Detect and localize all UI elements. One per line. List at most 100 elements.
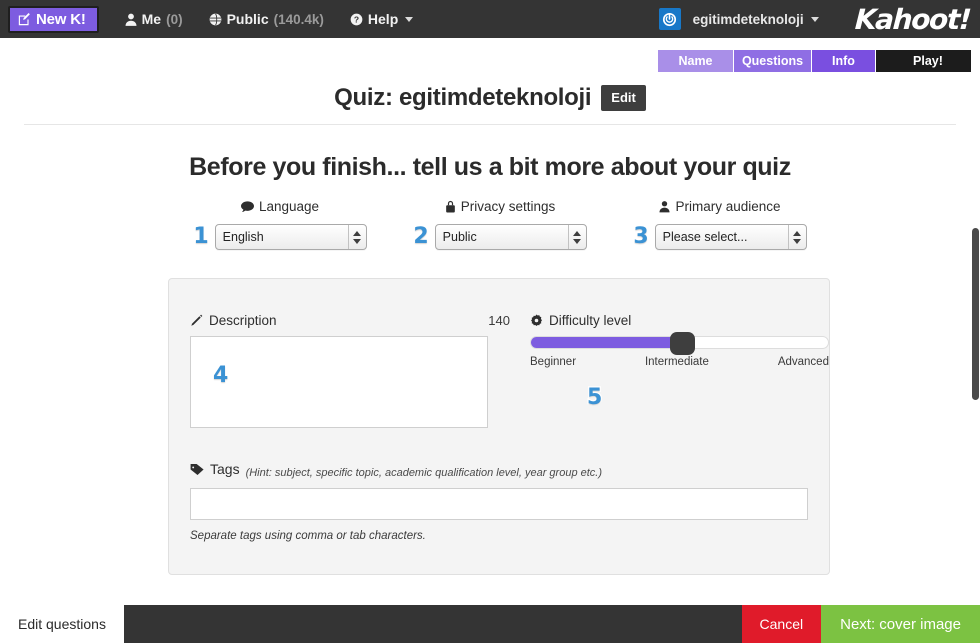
speech-bubble-icon	[240, 200, 254, 213]
difficulty-slider[interactable]	[530, 332, 829, 355]
tags-note: Separate tags using comma or tab charact…	[190, 529, 426, 542]
edit-title-button[interactable]: Edit	[601, 85, 646, 111]
page-scrollbar-thumb[interactable]	[972, 228, 979, 400]
annotation-badge-4: 4	[212, 363, 230, 388]
topbar-right-group: egitimdeteknoloji Kahoot!	[658, 0, 980, 38]
settings-select-row: Language 1 English Privacy settings 2 Pu…	[170, 199, 830, 250]
card-top-row: Description 140 4 Difficulty level Begin…	[169, 313, 831, 428]
description-head: Description 140	[190, 313, 510, 328]
person-icon	[659, 200, 670, 213]
annotation-badge-3: 3	[632, 224, 650, 249]
bottom-action-bar: Edit questions Cancel Next: cover image	[0, 605, 980, 643]
quiz-details-card: Description 140 4 Difficulty level Begin…	[168, 278, 830, 575]
page-title: Quiz: egitimdeteknoloji	[334, 84, 592, 111]
tag-icon	[190, 463, 204, 476]
tab-questions[interactable]: Questions	[734, 50, 812, 72]
next-cover-image-button[interactable]: Next: cover image	[821, 605, 980, 643]
tab-questions-label: Questions	[741, 54, 804, 68]
tab-info-label: Info	[832, 54, 855, 68]
chevron-down-icon	[810, 16, 819, 22]
annotation-badge-5: 5	[586, 385, 604, 410]
difficulty-slider-fill	[531, 337, 683, 348]
nav-label-me: Me	[141, 11, 162, 27]
description-char-count: 140	[488, 313, 510, 328]
difficulty-tick-advanced: Advanced	[777, 356, 829, 368]
page-scrollbar-track[interactable]	[971, 38, 980, 605]
nav-item-public[interactable]: Public (140.4k)	[209, 11, 324, 27]
audience-value: Please select...	[662, 230, 748, 244]
chevron-down-icon	[405, 16, 414, 22]
difficulty-tick-intermediate: Intermediate	[644, 356, 709, 368]
tab-play-label: Play!	[913, 54, 943, 68]
difficulty-label-group: Difficulty level	[530, 313, 631, 328]
nav-count-public: (140.4k)	[273, 11, 324, 27]
description-label: Description	[209, 313, 277, 328]
language-select-wrap: 1 English	[170, 224, 390, 250]
main-heading: Before you finish... tell us a bit more …	[189, 153, 791, 181]
audience-label-group: Primary audience	[610, 199, 830, 214]
step-tabs: Name Questions Info Play!	[658, 50, 980, 72]
pencil-icon	[190, 314, 203, 327]
edit-questions-button[interactable]: Edit questions	[0, 605, 124, 643]
new-kahoot-label: New K!	[36, 10, 86, 28]
select-arrows-icon	[787, 225, 806, 249]
kahoot-logo[interactable]: Kahoot!	[854, 3, 971, 36]
power-badge-icon	[658, 8, 681, 30]
privacy-select-wrap: 2 Public	[390, 224, 610, 250]
difficulty-field: Difficulty level Beginner Intermediate A…	[530, 313, 830, 428]
tags-input[interactable]	[190, 487, 808, 520]
quiz-title-row: Quiz: egitimdeteknoloji Edit	[0, 84, 980, 112]
annotation-badge-1: 1	[192, 224, 210, 249]
audience-field: Primary audience 3 Please select...	[610, 199, 830, 250]
difficulty-slider-handle[interactable]	[670, 332, 696, 355]
pencil-square-icon	[18, 12, 31, 26]
tags-label-group: Tags	[190, 461, 240, 477]
tab-name-label: Name	[678, 54, 713, 68]
tags-field: Tags (Hint: subject, specific topic, aca…	[190, 461, 810, 542]
description-label-group: Description	[190, 313, 277, 328]
cancel-button[interactable]: Cancel	[741, 605, 822, 643]
svg-text:?: ?	[354, 14, 359, 24]
privacy-value: Public	[442, 230, 477, 244]
user-menu[interactable]: egitimdeteknoloji	[658, 8, 819, 30]
language-value: English	[222, 230, 264, 244]
privacy-select[interactable]: Public	[434, 224, 587, 250]
nav-count-me: (0)	[166, 11, 183, 27]
nav-item-help[interactable]: ? Help	[350, 11, 414, 27]
user-name-label: egitimdeteknoloji	[692, 11, 804, 27]
description-field: Description 140 4	[190, 313, 510, 428]
difficulty-tick-beginner: Beginner	[530, 356, 577, 368]
difficulty-label: Difficulty level	[549, 313, 632, 328]
gear-icon	[530, 314, 543, 327]
nav-item-me[interactable]: Me (0)	[125, 11, 183, 27]
top-navigation-bar: New K! Me (0) Public (140.4k) ? Help egi…	[0, 0, 980, 38]
description-input[interactable]: 4	[190, 336, 488, 428]
select-arrows-icon	[347, 225, 366, 249]
tab-play[interactable]: Play!	[876, 50, 980, 72]
privacy-label: Privacy settings	[460, 199, 556, 214]
audience-select-wrap: 3 Please select...	[610, 224, 830, 250]
tab-name[interactable]: Name	[658, 50, 734, 72]
bottom-bar-spacer	[124, 605, 742, 643]
language-label-group: Language	[170, 199, 390, 214]
header-divider	[24, 124, 956, 125]
language-select[interactable]: English	[214, 224, 367, 250]
tags-head: Tags (Hint: subject, specific topic, aca…	[190, 461, 810, 479]
language-field: Language 1 English	[170, 199, 390, 250]
audience-select[interactable]: Please select...	[654, 224, 807, 250]
annotation-badge-2: 2	[412, 224, 430, 249]
nav-label-public: Public	[226, 11, 269, 27]
kahoot-quiz-info-page: New K! Me (0) Public (140.4k) ? Help egi…	[0, 0, 980, 643]
language-label: Language	[258, 199, 320, 214]
person-icon	[125, 13, 137, 26]
privacy-label-group: Privacy settings	[390, 199, 610, 214]
globe-icon	[209, 13, 222, 26]
question-circle-icon: ?	[350, 13, 363, 26]
lock-icon	[445, 200, 456, 213]
select-arrows-icon	[567, 225, 586, 249]
difficulty-tick-labels: Beginner Intermediate Advanced	[530, 356, 829, 368]
new-kahoot-button[interactable]: New K!	[8, 5, 99, 33]
nav-label-help: Help	[367, 11, 399, 27]
privacy-field: Privacy settings 2 Public	[390, 199, 610, 250]
tab-info[interactable]: Info	[812, 50, 876, 72]
